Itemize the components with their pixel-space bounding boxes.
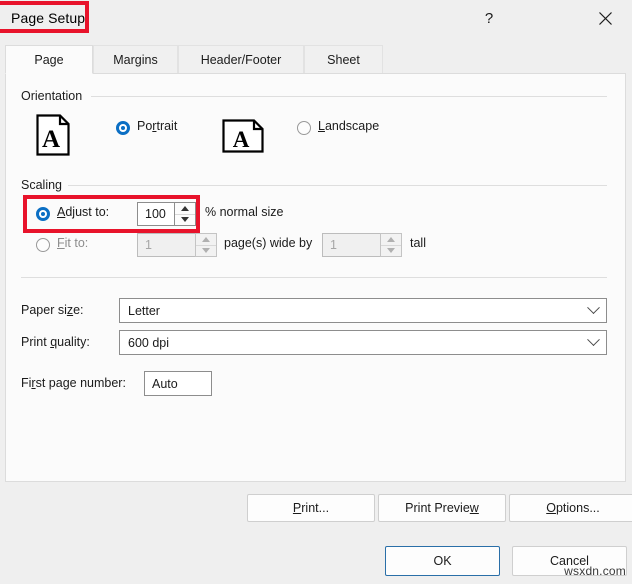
fit-to-label-post: it to:	[64, 236, 89, 250]
first-page-number-value: Auto	[152, 376, 178, 391]
print-quality-label: Print quality:	[21, 335, 90, 349]
chevron-down-icon[interactable]	[580, 299, 606, 322]
paper-size-label-pre: Paper si	[21, 303, 67, 317]
fit-to-wide-stepper[interactable]	[195, 233, 217, 257]
options-button-key: O	[546, 501, 556, 515]
print-quality-label-pre: Print	[21, 335, 51, 349]
portrait-label-pre: Po	[137, 119, 153, 133]
tab-strip: Page Margins Header/Footer Sheet	[5, 45, 626, 74]
paper-size-label-post: e:	[73, 303, 84, 317]
print-preview-label-pre: Print Previe	[405, 501, 470, 515]
options-button-label: ptions...	[555, 501, 600, 515]
fit-to-tall-suffix: tall	[410, 236, 426, 250]
tab-margins[interactable]: Margins	[93, 45, 178, 74]
fit-to-tall-value: 1	[330, 238, 337, 252]
first-page-number-input[interactable]: Auto	[144, 371, 212, 396]
close-button[interactable]	[582, 0, 628, 36]
radio-landscape-label[interactable]: Landscape	[318, 119, 379, 133]
ok-button-label: OK	[433, 554, 452, 568]
first-page-label-post: st page number:	[35, 376, 126, 390]
fit-to-wide-stepper-down[interactable]	[196, 244, 216, 257]
radio-adjust-to[interactable]	[36, 207, 50, 221]
ok-button[interactable]: OK	[385, 546, 500, 576]
tab-page-label: Page	[34, 52, 64, 67]
print-button-key: P	[292, 501, 302, 515]
fit-to-wide-stepper-up[interactable]	[196, 234, 216, 245]
chevron-down-icon[interactable]	[580, 331, 606, 354]
page-title: Page Setup	[11, 10, 86, 26]
svg-text:A: A	[233, 127, 250, 152]
first-page-number-label: First page number:	[21, 376, 126, 390]
scaling-group-label: Scaling	[21, 178, 68, 192]
tab-page[interactable]: Page	[5, 45, 93, 74]
adjust-to-suffix: % normal size	[205, 205, 284, 219]
fit-to-tall-stepper[interactable]	[380, 233, 402, 257]
adjust-to-value: 100	[145, 207, 166, 221]
options-button[interactable]: Options...	[509, 494, 632, 522]
help-button[interactable]: ?	[466, 0, 512, 36]
watermark: wsxdn.com	[564, 564, 626, 578]
tab-header-footer[interactable]: Header/Footer	[178, 45, 304, 74]
radio-fit-to-label[interactable]: Fit to:	[57, 236, 88, 250]
radio-portrait[interactable]	[116, 121, 130, 135]
adjust-to-stepper[interactable]	[174, 202, 196, 226]
tab-sheet-label: Sheet	[327, 53, 360, 67]
chevron-up-icon	[181, 205, 189, 211]
fit-to-tall-stepper-up[interactable]	[381, 234, 401, 245]
print-button-label: rint...	[301, 501, 330, 515]
chevron-down-icon	[181, 217, 189, 223]
print-button[interactable]: Print...	[247, 494, 375, 522]
scaling-bottom-rule	[21, 277, 607, 278]
paper-size-value: Letter	[128, 303, 160, 318]
radio-adjust-to-label[interactable]: Adjust to:	[57, 205, 109, 219]
first-page-label-pre: Fi	[21, 376, 32, 390]
portrait-page-icon[interactable]: A	[36, 114, 70, 159]
chevron-down-icon	[387, 248, 395, 254]
orientation-group-label: Orientation	[21, 89, 89, 103]
radio-portrait-label[interactable]: Portrait	[137, 119, 177, 133]
paper-size-select[interactable]: Letter	[119, 298, 607, 323]
tab-header-footer-label: Header/Footer	[200, 53, 282, 67]
fit-to-wide-suffix: page(s) wide by	[224, 236, 313, 250]
title-bar: Page Setup ?	[0, 0, 632, 41]
tab-margins-label: Margins	[113, 53, 158, 67]
print-preview-button-key: w	[469, 501, 479, 515]
svg-text:A: A	[42, 126, 60, 153]
portrait-label-post: trait	[156, 119, 178, 133]
landscape-label-key: L	[318, 119, 325, 133]
adjust-to-stepper-down[interactable]	[175, 213, 195, 226]
orientation-group-rule	[91, 96, 607, 97]
fit-to-wide-value: 1	[145, 238, 152, 252]
landscape-label-post: andscape	[324, 119, 380, 133]
adjust-to-label-post: djust to:	[65, 205, 110, 219]
print-quality-value: 600 dpi	[128, 335, 170, 350]
scaling-group-rule	[68, 185, 607, 186]
print-preview-button[interactable]: Print Preview	[378, 494, 506, 522]
chevron-up-icon	[387, 236, 395, 242]
fit-to-tall-stepper-down[interactable]	[381, 244, 401, 257]
close-icon	[598, 11, 612, 25]
page-tab-panel: Orientation A Portrait A Landscape Scali…	[5, 73, 632, 522]
landscape-page-icon[interactable]: A	[222, 119, 264, 156]
chevron-up-icon	[202, 236, 210, 242]
adjust-to-stepper-up[interactable]	[175, 203, 195, 214]
tab-sheet[interactable]: Sheet	[304, 45, 383, 74]
radio-fit-to[interactable]	[36, 238, 50, 252]
print-quality-select[interactable]: 600 dpi	[119, 330, 607, 355]
fit-to-label-key: F	[57, 236, 65, 250]
print-quality-label-post: uality:	[57, 335, 90, 349]
paper-size-label: Paper size:	[21, 303, 84, 317]
radio-landscape[interactable]	[297, 121, 311, 135]
chevron-down-icon	[202, 248, 210, 254]
question-mark-icon: ?	[484, 9, 494, 27]
